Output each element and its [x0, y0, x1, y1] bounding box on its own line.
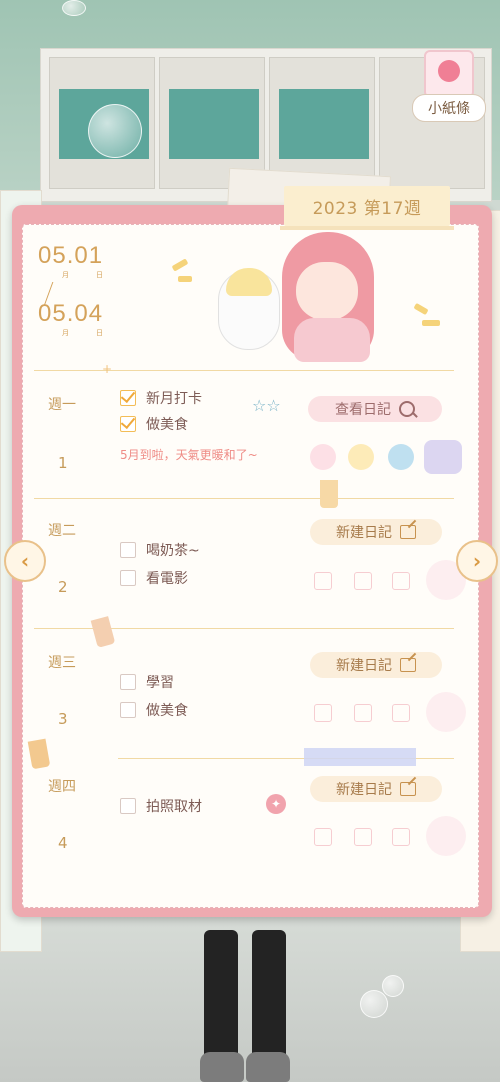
note-button[interactable]: 小紙條 [412, 94, 486, 122]
button-label: 查看日記 [335, 402, 391, 418]
sun-icon [348, 444, 374, 470]
button-label: 新建日記 [336, 782, 392, 798]
gift-box-icon [424, 440, 462, 474]
checkbox[interactable] [120, 390, 136, 406]
checkbox[interactable] [120, 674, 136, 690]
task-text: 看電影 [146, 571, 188, 587]
washi-tape [304, 748, 416, 766]
mood-slot[interactable] [314, 828, 332, 846]
task-text: 喝奶茶~ [146, 543, 200, 559]
view-diary-button[interactable]: 查看日記 [308, 396, 442, 422]
task-item[interactable]: 拍照取材 [120, 796, 202, 816]
photo-slot[interactable] [426, 692, 466, 732]
edit-icon [400, 658, 416, 672]
task-item[interactable]: 看電影 [120, 568, 188, 588]
new-diary-button[interactable]: 新建日記 [310, 652, 442, 678]
day-label: 日 [96, 329, 103, 337]
photo-slot[interactable] [426, 816, 466, 856]
button-label: 新建日記 [336, 658, 392, 674]
chevron-left-icon: ‹ [20, 549, 30, 573]
mood-slot[interactable] [354, 828, 372, 846]
milk-tea-sticker [320, 480, 338, 508]
chevron-right-icon: › [472, 549, 482, 573]
checkbox[interactable] [120, 542, 136, 558]
week-number: 3 [58, 710, 68, 728]
mood-slot[interactable] [354, 704, 372, 722]
week-label: 週一 [48, 397, 76, 413]
boot [200, 1052, 244, 1082]
sticker-text: ☆☆ [252, 396, 281, 415]
week-number: 4 [58, 834, 68, 852]
shelf-box [169, 89, 259, 159]
month-label: 月 [62, 329, 69, 337]
mood-slot[interactable] [314, 704, 332, 722]
mood-slot[interactable] [314, 572, 332, 590]
checkbox[interactable] [120, 416, 136, 432]
end-date: 05.04 [38, 300, 104, 327]
decoration [422, 320, 440, 326]
checkbox[interactable] [120, 702, 136, 718]
task-item[interactable]: 喝奶茶~ [120, 540, 200, 560]
week-number: 2 [58, 578, 68, 596]
mood-slot[interactable] [392, 828, 410, 846]
beach-icon [388, 444, 414, 470]
bubble [360, 990, 388, 1018]
week-number: 1 [58, 454, 68, 472]
new-diary-button[interactable]: 新建日記 [310, 519, 442, 545]
task-text: 做美食 [146, 417, 188, 433]
day-label: 日 [96, 271, 103, 279]
week-label: 週四 [48, 779, 76, 795]
prev-page-button[interactable]: ‹ [4, 540, 46, 582]
new-diary-button[interactable]: 新建日記 [310, 776, 442, 802]
boot [246, 1052, 290, 1082]
week-label: 週二 [48, 523, 76, 539]
bubble [382, 975, 404, 997]
task-item[interactable]: 做美食 [120, 414, 188, 434]
smile-face-icon [310, 444, 336, 470]
task-item[interactable]: 學習 [120, 672, 174, 692]
edit-icon [400, 782, 416, 796]
divider [34, 498, 454, 499]
checkbox[interactable] [120, 798, 136, 814]
leg [252, 930, 286, 1060]
mood-slot[interactable] [392, 572, 410, 590]
next-page-button[interactable]: › [456, 540, 498, 582]
girl-face [296, 262, 358, 320]
edit-icon [400, 525, 416, 539]
week-tab: 2023 第17週 [280, 186, 454, 230]
week-label: 週三 [48, 655, 76, 671]
task-item[interactable]: 做美食 [120, 700, 188, 720]
diary-note: 5月到啦，天氣更暖和了~ [120, 448, 258, 462]
character-legs [200, 930, 290, 1082]
shelf-box [279, 89, 369, 159]
decoration [178, 276, 192, 282]
plus-mark: + [102, 362, 113, 376]
task-text: 新月打卡 [146, 391, 202, 407]
avatar [438, 60, 460, 82]
mood-slot[interactable] [392, 704, 410, 722]
bubble [62, 0, 86, 16]
start-date: 05.01 [38, 242, 104, 269]
bubble [88, 104, 142, 158]
girl-dress [294, 318, 370, 362]
search-icon [399, 401, 415, 417]
checkbox[interactable] [120, 570, 136, 586]
month-label: 月 [62, 271, 69, 279]
divider [34, 370, 454, 371]
leg [204, 930, 238, 1060]
task-text: 拍照取材 [146, 799, 202, 815]
gift-icon[interactable]: ✦ [266, 794, 286, 814]
note-icon[interactable] [424, 50, 474, 98]
task-text: 做美食 [146, 703, 188, 719]
mood-slot[interactable] [354, 572, 372, 590]
task-item[interactable]: 新月打卡 [120, 388, 202, 408]
button-label: 新建日記 [336, 525, 392, 541]
task-text: 學習 [146, 675, 174, 691]
